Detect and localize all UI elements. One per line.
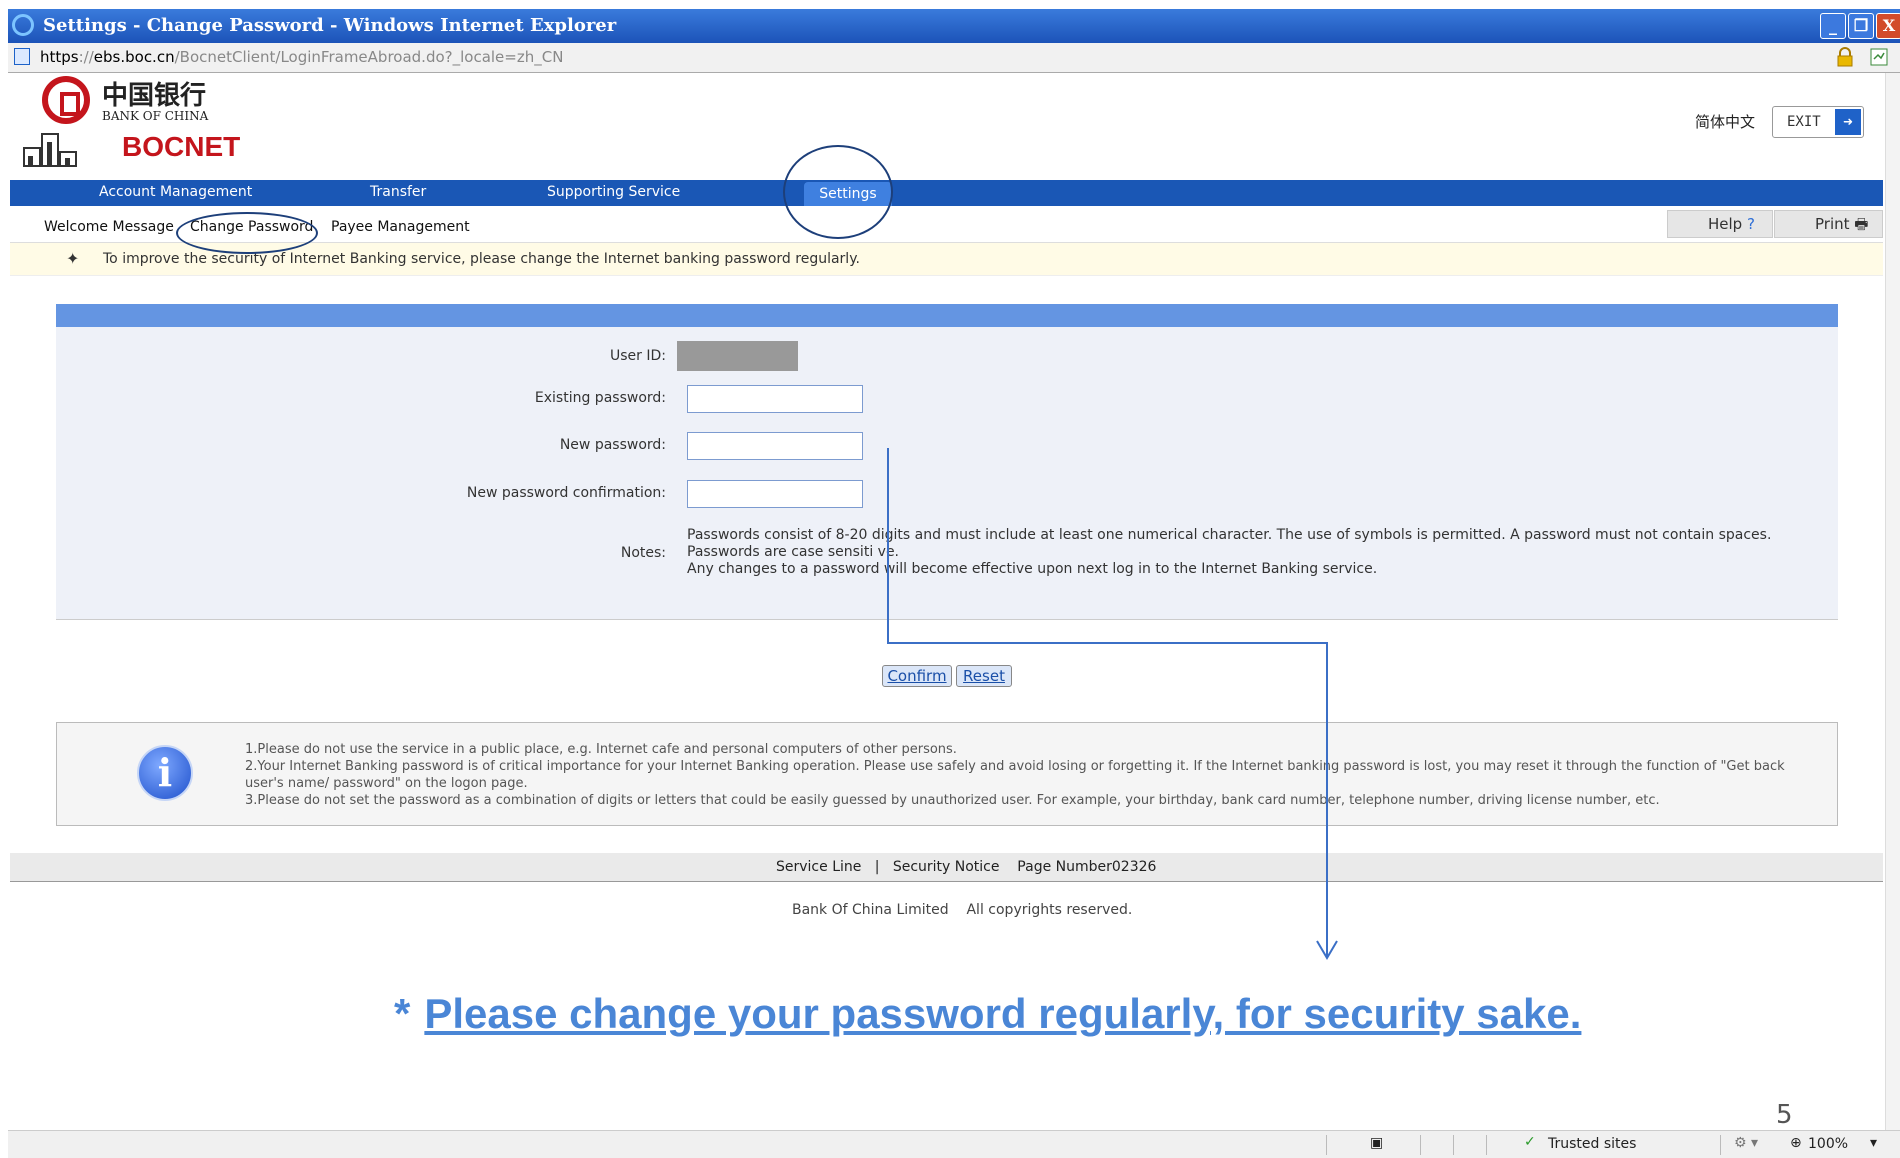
page-number: Page Number02326 (1017, 859, 1157, 875)
url-scheme: https (40, 48, 79, 66)
notes-label: Notes: (620, 545, 666, 561)
bocnet-logo-text: BOCNET (122, 131, 241, 162)
certificate-icon[interactable] (1870, 47, 1888, 67)
nav-transfer[interactable]: Transfer (370, 184, 426, 200)
annotation-line-vertical (887, 448, 889, 644)
rights-text: All copyrights reserved. (966, 902, 1133, 918)
slogan-star: * (394, 990, 411, 1037)
ie-logo-icon (12, 14, 34, 36)
print-button[interactable]: Print 🖶 (1774, 210, 1883, 238)
zoom-icon: ⊕ (1790, 1135, 1802, 1151)
copyright: Bank Of China Limited All copyrights res… (792, 902, 1132, 918)
confirm-password-input[interactable] (687, 480, 863, 508)
status-separator (1486, 1135, 1487, 1155)
printer-icon: 🖶 (1854, 215, 1869, 233)
info-icon: i (137, 745, 193, 801)
new-password-input[interactable] (687, 432, 863, 460)
help-label: Help (1708, 215, 1743, 233)
service-line-link[interactable]: Service Line (776, 859, 861, 875)
exit-label: EXIT (1787, 114, 1821, 130)
slide-page-number: 5 (1776, 1100, 1793, 1130)
reset-button[interactable]: Reset (956, 665, 1012, 687)
security-notice-link[interactable]: Security Notice (893, 859, 1000, 875)
settings-highlight-ring (783, 145, 893, 239)
page-header: 中国银行 BANK OF CHINA BOCNET 简体中文 EXIT ➜ (8, 73, 1900, 178)
existing-password-label: Existing password: (534, 390, 666, 406)
status-separator (1420, 1135, 1421, 1155)
close-button[interactable]: X (1876, 13, 1900, 39)
minimize-button[interactable]: _ (1820, 13, 1846, 39)
popup-blocker-icon[interactable]: ▣ (1370, 1135, 1383, 1151)
exit-button[interactable]: EXIT ➜ (1772, 106, 1864, 138)
footer-links: Service Line | Security Notice Page Numb… (776, 859, 1156, 875)
existing-password-input[interactable] (687, 385, 863, 413)
tip-line-3: 3.Please do not set the password as a co… (245, 793, 1660, 808)
help-button[interactable]: Help ? (1667, 210, 1773, 238)
window-title: Settings - Change Password - Windows Int… (43, 15, 617, 36)
security-slogan: * Please change your password regularly, … (394, 990, 1581, 1038)
print-label: Print (1815, 215, 1850, 233)
annotation-line-down (1326, 642, 1328, 956)
status-bar: ▣ ✓ Trusted sites ⚙ ▾ ⊕ 100% ▾ (8, 1130, 1900, 1158)
security-tips-text: 1.Please do not use the service in a pub… (245, 741, 1805, 809)
url-sep: :// (78, 48, 94, 66)
security-zone[interactable]: Trusted sites (1548, 1136, 1636, 1152)
main-nav: Account Management Transfer Supporting S… (10, 180, 1883, 206)
bank-english-name: BANK OF CHINA (102, 109, 209, 123)
security-notice-text: To improve the security of Internet Bank… (103, 251, 860, 267)
trusted-check-icon: ✓ (1524, 1134, 1536, 1150)
user-id-label: User ID: (610, 348, 666, 364)
subnav-welcome-message[interactable]: Welcome Message (44, 219, 174, 235)
nav-account-management[interactable]: Account Management (99, 184, 252, 200)
status-separator (1453, 1135, 1454, 1155)
subnav-payee-management[interactable]: Payee Management (331, 219, 470, 235)
confirm-password-label: New password confirmation: (466, 485, 666, 501)
change-password-highlight-ring (176, 212, 318, 254)
protected-mode-icon[interactable]: ⚙ ▾ (1734, 1135, 1758, 1151)
user-id-value (677, 341, 798, 371)
zoom-level[interactable]: 100% (1808, 1136, 1848, 1152)
tip-line-1: 1.Please do not use the service in a pub… (245, 742, 957, 757)
security-tips-box: i 1.Please do not use the service in a p… (56, 722, 1838, 826)
lock-icon[interactable] (1836, 47, 1854, 67)
notes-line-1: Passwords consist of 8-20 digits and mus… (687, 527, 1772, 560)
new-password-label: New password: (559, 437, 666, 453)
annotation-line-horizontal (887, 642, 1328, 644)
change-password-form: User ID: Existing password: New password… (56, 327, 1838, 620)
help-icon: ? (1746, 215, 1755, 233)
zoom-dropdown-icon[interactable]: ▾ (1870, 1135, 1877, 1151)
page-icon (14, 48, 30, 65)
status-separator (1720, 1135, 1721, 1155)
window-title-bar: Settings - Change Password - Windows Int… (8, 9, 1900, 43)
confirm-button[interactable]: Confirm (882, 665, 952, 687)
address-bar[interactable]: https://ebs.boc.cn/BocnetClient/LoginFra… (8, 43, 1900, 73)
vertical-scrollbar[interactable] (1885, 73, 1900, 1130)
pin-icon: ✦ (66, 249, 80, 268)
status-separator (1326, 1135, 1327, 1155)
bocnet-graphic-icon (23, 133, 77, 167)
footer-bar: Service Line | Security Notice Page Numb… (10, 853, 1883, 882)
tip-line-2: 2.Your Internet Banking password is of c… (245, 759, 1785, 791)
notes-line-2: Any changes to a password will become ef… (687, 561, 1378, 577)
restore-button[interactable]: ❐ (1848, 13, 1874, 39)
boc-logo-icon (42, 76, 90, 124)
annotation-arrow-icon (1316, 940, 1338, 960)
bank-chinese-name: 中国银行 (102, 81, 207, 111)
form-panel-header (56, 304, 1838, 327)
language-switch[interactable]: 简体中文 (1695, 111, 1755, 132)
slogan-text: Please change your password regularly, f… (424, 990, 1582, 1037)
password-notes: Passwords consist of 8-20 digits and mus… (687, 527, 1837, 578)
url-host: ebs.boc.cn (93, 48, 175, 66)
footer-divider: | (874, 859, 880, 875)
url-path: /BocnetClient/LoginFrameAbroad.do?_local… (174, 48, 564, 66)
company-name: Bank Of China Limited (792, 902, 949, 918)
exit-arrow-icon: ➜ (1835, 109, 1861, 135)
nav-supporting-service[interactable]: Supporting Service (547, 184, 680, 200)
url-text[interactable]: https://ebs.boc.cn/BocnetClient/LoginFra… (40, 48, 563, 66)
